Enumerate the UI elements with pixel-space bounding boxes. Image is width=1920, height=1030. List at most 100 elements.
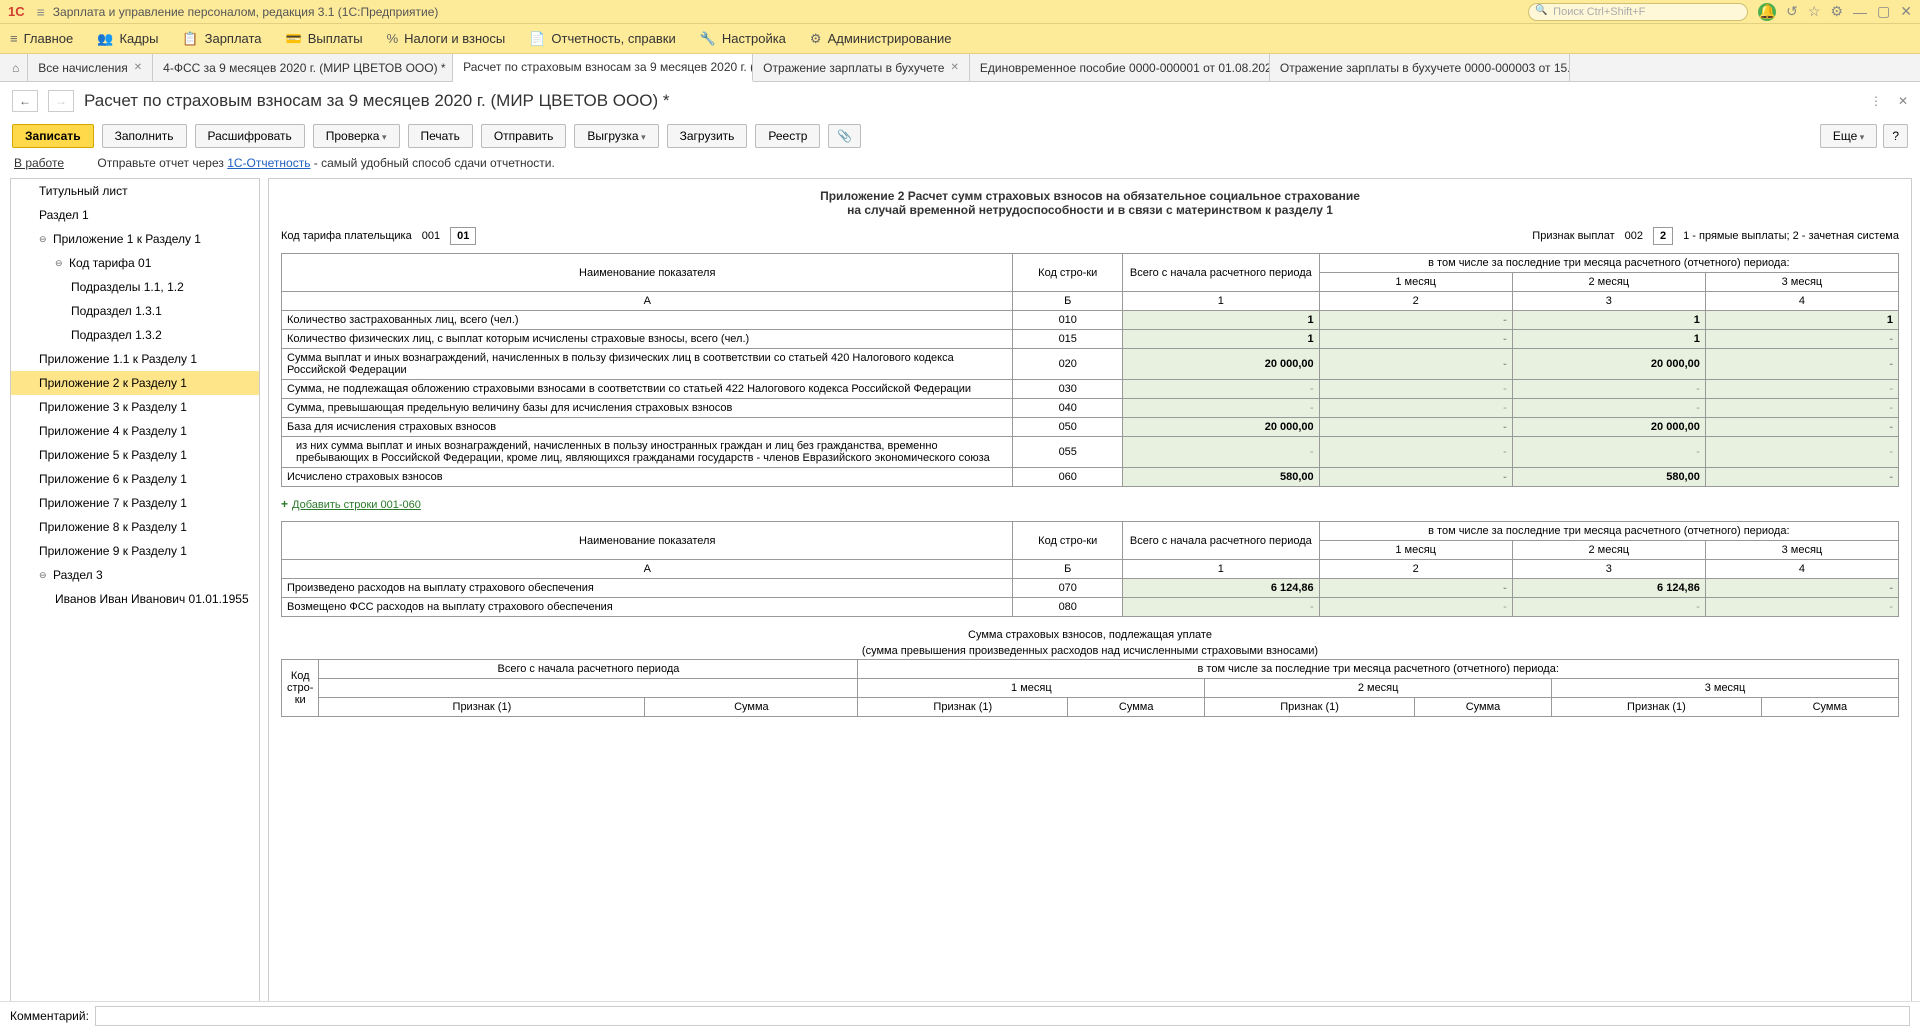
tab[interactable]: 4-ФСС за 9 месяцев 2020 г. (МИР ЦВЕТОВ О… xyxy=(153,54,453,81)
num-cell[interactable]: - xyxy=(1705,399,1898,418)
tree-item[interactable]: Приложение 6 к Разделу 1 xyxy=(11,467,259,491)
tab[interactable]: Отражение зарплаты в бухучете✕ xyxy=(753,54,970,81)
nav-back-button[interactable]: ← xyxy=(12,90,38,112)
num-cell[interactable]: 20 000,00 xyxy=(1123,349,1320,380)
num-cell[interactable]: - xyxy=(1512,598,1705,617)
num-cell[interactable]: 1 xyxy=(1512,330,1705,349)
status-1c-link[interactable]: 1С-Отчетность xyxy=(227,156,310,170)
num-cell[interactable]: - xyxy=(1705,468,1898,487)
num-cell[interactable]: - xyxy=(1705,418,1898,437)
tab[interactable]: Отражение зарплаты в бухучете 0000-00000… xyxy=(1270,54,1570,81)
num-cell[interactable]: 6 124,86 xyxy=(1123,579,1320,598)
num-cell[interactable]: - xyxy=(1512,399,1705,418)
more-button[interactable]: Еще xyxy=(1820,124,1877,148)
menu-item[interactable]: %Налоги и взносы xyxy=(387,31,506,46)
num-cell[interactable]: - xyxy=(1705,598,1898,617)
tree-item[interactable]: Раздел 1 xyxy=(11,203,259,227)
num-cell[interactable]: - xyxy=(1512,380,1705,399)
num-cell[interactable]: - xyxy=(1705,579,1898,598)
num-cell[interactable]: - xyxy=(1123,380,1320,399)
maximize-icon[interactable]: ▢ xyxy=(1877,3,1890,20)
tree-item[interactable]: Иванов Иван Иванович 01.01.1955 xyxy=(11,587,259,611)
tree-item[interactable]: Приложение 9 к Разделу 1 xyxy=(11,539,259,563)
check-button[interactable]: Проверка xyxy=(313,124,400,148)
num-cell[interactable]: 580,00 xyxy=(1123,468,1320,487)
tab-close-icon[interactable]: ✕ xyxy=(134,62,142,73)
tree-item[interactable]: Приложение 3 к Разделу 1 xyxy=(11,395,259,419)
attachment-button[interactable]: 📎 xyxy=(828,124,861,148)
tree-item[interactable]: Приложение 7 к Разделу 1 xyxy=(11,491,259,515)
num-cell[interactable]: - xyxy=(1705,380,1898,399)
tree-item[interactable]: Приложение 8 к Разделу 1 xyxy=(11,515,259,539)
num-cell[interactable]: 20 000,00 xyxy=(1512,349,1705,380)
num-cell[interactable]: - xyxy=(1319,311,1512,330)
num-cell[interactable]: 20 000,00 xyxy=(1123,418,1320,437)
load-button[interactable]: Загрузить xyxy=(667,124,748,148)
num-cell[interactable]: 6 124,86 xyxy=(1512,579,1705,598)
registry-button[interactable]: Реестр xyxy=(755,124,820,148)
num-cell[interactable]: - xyxy=(1123,437,1320,468)
tab[interactable]: Расчет по страховым взносам за 9 месяцев… xyxy=(453,54,753,82)
tree-item[interactable]: Подраздел 1.3.2 xyxy=(11,323,259,347)
status-work-link[interactable]: В работе xyxy=(14,156,64,170)
num-cell[interactable]: - xyxy=(1512,437,1705,468)
tree-expand-icon[interactable]: ⊖ xyxy=(39,570,51,581)
num-cell[interactable]: 20 000,00 xyxy=(1512,418,1705,437)
history-icon[interactable]: ↺ xyxy=(1786,3,1798,20)
send-button[interactable]: Отправить xyxy=(481,124,567,148)
num-cell[interactable]: 1 xyxy=(1705,311,1898,330)
tree-expand-icon[interactable]: ⊖ xyxy=(39,234,51,245)
tariff-code-field[interactable]: 01 xyxy=(450,227,476,245)
page-close-icon[interactable]: ✕ xyxy=(1898,94,1908,108)
notifications-icon[interactable]: 🔔 xyxy=(1758,3,1776,21)
tree-item[interactable]: ⊖Раздел 3 xyxy=(11,563,259,587)
search-input[interactable]: Поиск Ctrl+Shift+F xyxy=(1528,3,1748,21)
num-cell[interactable]: 1 xyxy=(1123,330,1320,349)
num-cell[interactable]: - xyxy=(1319,418,1512,437)
app-menu-icon[interactable]: ≡ xyxy=(37,4,45,20)
menu-item[interactable]: 🔧Настройка xyxy=(700,31,786,47)
num-cell[interactable]: - xyxy=(1319,437,1512,468)
tree-item[interactable]: Титульный лист xyxy=(11,179,259,203)
menu-item[interactable]: 📋Зарплата xyxy=(182,31,261,47)
tree-item[interactable]: Подразделы 1.1, 1.2 xyxy=(11,275,259,299)
tab-home[interactable]: ⌂ xyxy=(4,54,28,81)
menu-item[interactable]: ⚙Администрирование xyxy=(810,31,952,47)
num-cell[interactable]: - xyxy=(1319,330,1512,349)
tab-close-icon[interactable]: ✕ xyxy=(950,62,958,73)
favorites-icon[interactable]: ☆ xyxy=(1808,3,1821,20)
num-cell[interactable]: 580,00 xyxy=(1512,468,1705,487)
plus-icon[interactable]: + xyxy=(281,497,288,511)
num-cell[interactable]: - xyxy=(1319,399,1512,418)
comment-input[interactable] xyxy=(95,1006,1910,1026)
num-cell[interactable]: - xyxy=(1705,330,1898,349)
num-cell[interactable]: - xyxy=(1319,380,1512,399)
menu-item[interactable]: ≡Главное xyxy=(10,31,73,46)
menu-item[interactable]: 📄Отчетность, справки xyxy=(529,31,676,47)
num-cell[interactable]: - xyxy=(1319,468,1512,487)
tree-item[interactable]: Приложение 4 к Разделу 1 xyxy=(11,419,259,443)
num-cell[interactable]: - xyxy=(1319,349,1512,380)
num-cell[interactable]: - xyxy=(1705,437,1898,468)
tree-item[interactable]: Подраздел 1.3.1 xyxy=(11,299,259,323)
menu-item[interactable]: 👥Кадры xyxy=(97,31,158,47)
help-button[interactable]: ? xyxy=(1883,124,1908,148)
minimize-icon[interactable]: — xyxy=(1853,4,1867,20)
menu-item[interactable]: 💳Выплаты xyxy=(286,31,363,47)
add-rows-link[interactable]: Добавить строки 001-060 xyxy=(292,499,421,511)
tab[interactable]: Все начисления✕ xyxy=(28,54,153,81)
num-cell[interactable]: - xyxy=(1123,598,1320,617)
num-cell[interactable]: 1 xyxy=(1123,311,1320,330)
num-cell[interactable]: - xyxy=(1319,579,1512,598)
num-cell[interactable]: - xyxy=(1123,399,1320,418)
settings-icon[interactable]: ⚙ xyxy=(1830,3,1843,20)
fill-button[interactable]: Заполнить xyxy=(102,124,187,148)
tree-item[interactable]: ⊖Приложение 1 к Разделу 1 xyxy=(11,227,259,251)
num-cell[interactable]: 1 xyxy=(1512,311,1705,330)
tree-item[interactable]: Приложение 1.1 к Разделу 1 xyxy=(11,347,259,371)
export-button[interactable]: Выгрузка xyxy=(574,124,658,148)
tree-expand-icon[interactable]: ⊖ xyxy=(55,258,67,269)
tree-item[interactable]: ⊖Код тарифа 01 xyxy=(11,251,259,275)
tab[interactable]: Единовременное пособие 0000-000001 от 01… xyxy=(970,54,1270,81)
payout-code-field[interactable]: 2 xyxy=(1653,227,1673,245)
